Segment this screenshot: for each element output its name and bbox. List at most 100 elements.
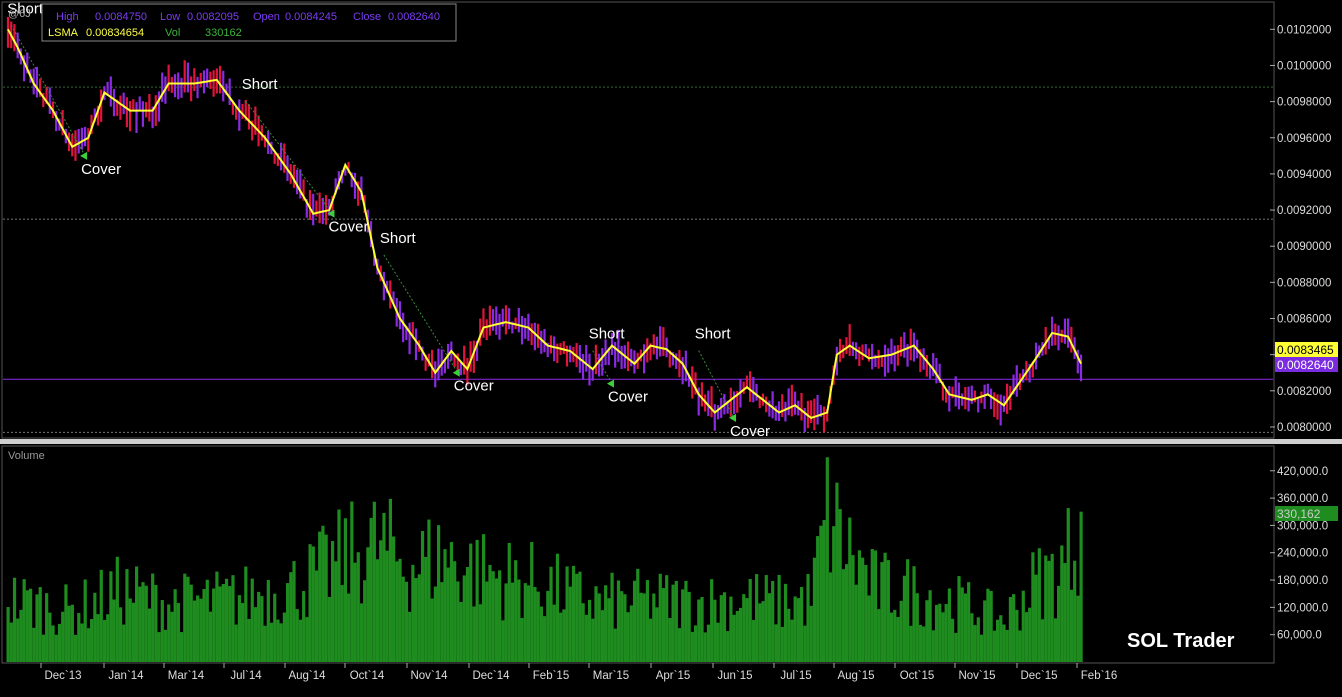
volume-bar bbox=[764, 575, 768, 662]
panel-splitter[interactable] bbox=[0, 439, 1342, 444]
volume-bar bbox=[925, 600, 929, 662]
volume-bar bbox=[748, 579, 752, 662]
volume-bar bbox=[841, 569, 845, 662]
volume-bar bbox=[276, 619, 280, 662]
volume-bar bbox=[806, 574, 810, 662]
volume-bar bbox=[45, 593, 49, 662]
volume-bar bbox=[163, 629, 168, 662]
volume-bar bbox=[498, 570, 502, 662]
volume-bar bbox=[851, 555, 855, 662]
volume-bar bbox=[99, 569, 103, 662]
volume-bar bbox=[32, 627, 36, 662]
volume-bar bbox=[128, 598, 132, 662]
volume-bar bbox=[957, 576, 961, 662]
volume-bar bbox=[205, 579, 209, 662]
volume-bar bbox=[642, 593, 646, 662]
volume-panel-title: Volume bbox=[8, 450, 45, 462]
short-signal-label: Short bbox=[380, 230, 417, 247]
volume-bar bbox=[192, 600, 197, 662]
price-tick-label: 0.0094000 bbox=[1277, 169, 1331, 181]
volume-tick-label: 300,000.0 bbox=[1277, 520, 1328, 532]
volume-bar bbox=[253, 607, 258, 662]
volume-bar bbox=[549, 566, 553, 662]
volume-bar bbox=[385, 550, 389, 662]
volume-bar bbox=[228, 586, 232, 662]
volume-bar bbox=[1047, 560, 1051, 662]
volume-bar bbox=[382, 512, 386, 662]
volume-bar bbox=[649, 618, 653, 662]
volume-bar bbox=[539, 606, 543, 662]
volume-bar bbox=[1021, 590, 1025, 662]
volume-bar bbox=[623, 594, 627, 662]
volume-bar bbox=[102, 620, 107, 662]
volume-bar bbox=[1044, 555, 1048, 662]
volume-bar bbox=[584, 614, 588, 662]
volume-bar bbox=[793, 596, 797, 662]
volume-bar bbox=[1079, 511, 1083, 662]
volume-bar bbox=[690, 631, 694, 662]
volume-bar bbox=[735, 611, 739, 662]
volume-bar bbox=[1060, 545, 1064, 662]
volume-bar bbox=[1031, 552, 1035, 662]
volume-bar bbox=[803, 625, 807, 662]
volume-bar bbox=[401, 576, 405, 662]
volume-bar bbox=[208, 611, 213, 662]
high-label: High bbox=[56, 11, 79, 23]
volume-bar bbox=[645, 580, 650, 662]
volume-bar bbox=[16, 618, 20, 662]
volume-bar bbox=[176, 603, 180, 662]
volume-bar bbox=[324, 534, 328, 662]
volume-bar bbox=[861, 557, 865, 662]
volume-bar bbox=[989, 590, 993, 662]
volume-bar bbox=[838, 509, 842, 662]
volume-bar bbox=[160, 599, 164, 662]
volume-bar bbox=[992, 630, 996, 662]
volume-bar bbox=[828, 572, 833, 662]
volume-bar bbox=[231, 575, 235, 662]
low-value: 0.0082095 bbox=[187, 11, 239, 23]
open-value: 0.0084245 bbox=[285, 11, 337, 23]
volume-bar bbox=[118, 607, 123, 662]
volume-bar bbox=[986, 588, 990, 662]
volume-bar bbox=[90, 619, 94, 662]
volume-bar bbox=[928, 590, 932, 662]
volume-bar bbox=[844, 564, 849, 662]
volume-bar bbox=[353, 562, 357, 662]
volume-bar bbox=[783, 583, 788, 662]
low-label: Low bbox=[160, 11, 180, 23]
vol-label: Vol bbox=[165, 27, 180, 39]
volume-bar bbox=[411, 564, 415, 662]
volume-bar bbox=[922, 626, 926, 662]
volume-bar bbox=[35, 594, 39, 662]
volume-bar bbox=[436, 525, 441, 662]
volume-bar bbox=[568, 586, 572, 662]
volume-bar bbox=[758, 603, 762, 662]
volume-bar bbox=[1034, 574, 1038, 662]
volume-bar bbox=[674, 580, 678, 662]
volume-bar bbox=[433, 586, 437, 662]
volume-bar bbox=[318, 531, 322, 662]
volume-bar bbox=[552, 604, 556, 662]
volume-bar bbox=[488, 564, 492, 662]
volume-bar bbox=[478, 604, 482, 662]
volume-bar bbox=[703, 632, 707, 662]
volume-bar bbox=[398, 558, 402, 662]
volume-bar bbox=[189, 584, 193, 662]
volume-bar bbox=[356, 552, 360, 662]
volume-bar bbox=[388, 498, 392, 662]
volume-bar bbox=[51, 625, 55, 662]
volume-bar bbox=[870, 549, 874, 662]
volume-bar bbox=[282, 612, 286, 662]
volume-bar bbox=[677, 628, 682, 662]
volume-bar bbox=[722, 592, 727, 662]
volume-bar bbox=[816, 536, 820, 662]
volume-bar bbox=[1053, 618, 1057, 662]
volume-bar bbox=[273, 593, 277, 662]
volume-bar bbox=[343, 518, 348, 662]
volume-bar bbox=[610, 572, 614, 662]
volume-bar bbox=[1050, 553, 1054, 662]
volume-bar bbox=[41, 634, 46, 662]
volume-bar bbox=[504, 583, 508, 662]
time-tick-label: Dec`15 bbox=[1020, 670, 1057, 682]
volume-bar bbox=[266, 580, 270, 662]
